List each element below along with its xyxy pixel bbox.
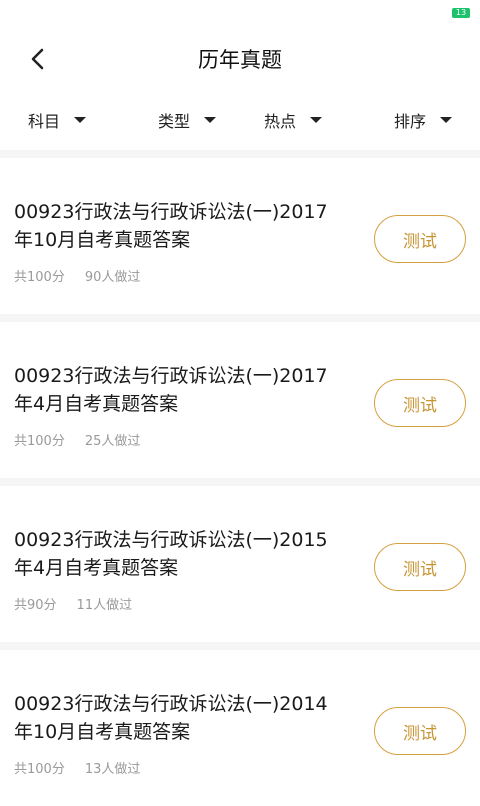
filter-label: 热点 (263, 112, 296, 131)
taken-count: 90人做过 (84, 270, 141, 285)
filter-bar: 科目 类型 热点 排序 (0, 94, 480, 150)
caret-down-icon (204, 117, 216, 123)
nav-bar: 历年真题 (0, 24, 480, 94)
filter-label: 类型 (157, 112, 190, 131)
taken-count: 13人做过 (84, 762, 141, 777)
exam-title: 00923行政法与行政诉讼法(一)2017年4月自考真题答案 (14, 365, 328, 415)
exam-list: 00923行政法与行政诉讼法(一)2017年10月自考真题答案 共100分 90… (0, 150, 480, 806)
filter-type[interactable]: 类型 (134, 94, 240, 150)
test-button[interactable]: 测试 (374, 215, 466, 263)
total-score: 共90分 (14, 598, 57, 613)
taken-count: 11人做过 (76, 598, 133, 613)
exam-title: 00923行政法与行政诉讼法(一)2017年10月自考真题答案 (14, 201, 328, 251)
caret-down-icon (74, 117, 87, 123)
exam-title: 00923行政法与行政诉讼法(一)2014年10月自考真题答案 (14, 693, 328, 743)
total-score: 共100分 (14, 762, 65, 777)
status-bar: 13 (0, 0, 480, 24)
list-item[interactable]: 00923行政法与行政诉讼法(一)2017年4月自考真题答案 共100分 25人… (0, 322, 480, 478)
caret-down-icon (440, 117, 452, 123)
exam-title: 00923行政法与行政诉讼法(一)2015年4月自考真题答案 (14, 529, 328, 579)
filter-sort[interactable]: 排序 (346, 94, 480, 150)
total-score: 共100分 (14, 434, 65, 449)
page-title: 历年真题 (198, 48, 282, 72)
test-button[interactable]: 测试 (374, 379, 466, 427)
filter-hot[interactable]: 热点 (240, 94, 346, 150)
total-score: 共100分 (14, 270, 65, 285)
caret-down-icon (310, 117, 322, 123)
test-button[interactable]: 测试 (374, 707, 466, 755)
filter-label: 排序 (393, 112, 426, 131)
exam-meta: 共90分 11人做过 (14, 594, 132, 613)
exam-meta: 共100分 13人做过 (14, 758, 140, 777)
taken-count: 25人做过 (84, 434, 141, 449)
filter-subject[interactable]: 科目 (0, 94, 134, 150)
exam-meta: 共100分 90人做过 (14, 266, 140, 285)
list-item[interactable]: 00923行政法与行政诉讼法(一)2017年10月自考真题答案 共100分 90… (0, 158, 480, 314)
list-item[interactable]: 00923行政法与行政诉讼法(一)2014年10月自考真题答案 共100分 13… (0, 650, 480, 806)
test-button[interactable]: 测试 (374, 543, 466, 591)
battery-icon: 13 (452, 8, 470, 18)
filter-label: 科目 (28, 112, 61, 131)
list-item[interactable]: 00923行政法与行政诉讼法(一)2015年4月自考真题答案 共90分 11人做… (0, 486, 480, 642)
exam-meta: 共100分 25人做过 (14, 430, 140, 449)
